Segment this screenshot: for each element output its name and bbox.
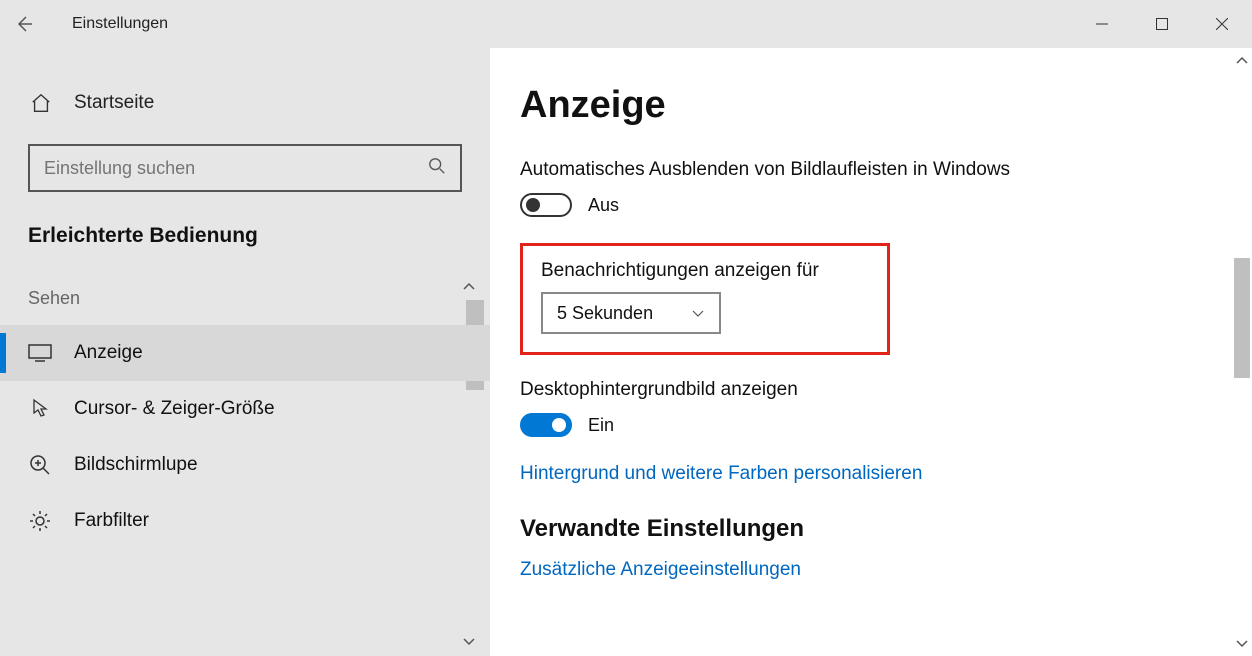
colorfilter-icon <box>28 509 56 533</box>
scroll-down-icon[interactable] <box>462 634 476 650</box>
window-title: Einstellungen <box>72 15 168 33</box>
close-button[interactable] <box>1192 0 1252 48</box>
nav-item-cursor[interactable]: Cursor- & Zeiger-Größe <box>0 381 490 437</box>
search-icon <box>428 157 446 180</box>
minimize-icon <box>1096 18 1108 30</box>
scrollbar-thumb[interactable] <box>1234 258 1250 378</box>
home-label: Startseite <box>74 92 154 114</box>
nav-item-label: Farbfilter <box>74 510 149 532</box>
window-controls <box>1072 0 1252 48</box>
autohide-scrollbars-label: Automatisches Ausblenden von Bildlauflei… <box>520 159 1212 181</box>
nav-item-magnifier[interactable]: Bildschirmlupe <box>0 437 490 493</box>
close-icon <box>1216 18 1228 30</box>
main-content: Anzeige Automatisches Ausblenden von Bil… <box>490 48 1252 656</box>
related-settings-heading: Verwandte Einstellungen <box>520 515 1212 543</box>
desktop-background-label: Desktophintergrundbild anzeigen <box>520 379 1212 401</box>
personalize-colors-link[interactable]: Hintergrund und weitere Farben personali… <box>520 463 1212 485</box>
minimize-button[interactable] <box>1072 0 1132 48</box>
scroll-up-icon[interactable] <box>1235 52 1249 68</box>
dropdown-value: 5 Sekunden <box>557 303 653 324</box>
nav-item-label: Anzeige <box>74 342 143 364</box>
maximize-icon <box>1156 18 1168 30</box>
arrow-left-icon <box>14 14 34 34</box>
home-link[interactable]: Startseite <box>0 80 490 126</box>
autohide-scrollbars-state: Aus <box>588 195 619 216</box>
search-input-container[interactable] <box>28 144 462 192</box>
maximize-button[interactable] <box>1132 0 1192 48</box>
nav-item-label: Bildschirmlupe <box>74 454 198 476</box>
scroll-down-icon[interactable] <box>1235 636 1249 652</box>
home-icon <box>30 92 56 114</box>
magnifier-icon <box>28 453 56 477</box>
nav-item-anzeige[interactable]: Anzeige <box>0 325 490 381</box>
notification-duration-highlight: Benachrichtigungen anzeigen für 5 Sekund… <box>520 243 890 355</box>
category-label: Sehen <box>0 266 490 325</box>
sidebar: Startseite Erleichterte Bedienung Sehen … <box>0 48 490 656</box>
titlebar: Einstellungen <box>0 0 1252 48</box>
display-icon <box>28 343 56 363</box>
page-heading: Anzeige <box>520 84 1212 127</box>
scroll-up-icon[interactable] <box>462 278 476 294</box>
main-scrollbar[interactable] <box>1232 48 1252 656</box>
additional-display-settings-link[interactable]: Zusätzliche Anzeigeeinstellungen <box>520 559 801 580</box>
back-button[interactable] <box>0 0 48 48</box>
autohide-scrollbars-toggle[interactable] <box>520 193 572 217</box>
nav-item-colorfilter[interactable]: Farbfilter <box>0 493 490 549</box>
desktop-background-state: Ein <box>588 415 614 436</box>
cursor-icon <box>28 397 56 421</box>
nav-item-label: Cursor- & Zeiger-Größe <box>74 398 275 420</box>
section-title: Erleichterte Bedienung <box>0 216 490 266</box>
desktop-background-toggle[interactable] <box>520 413 572 437</box>
notification-duration-dropdown[interactable]: 5 Sekunden <box>541 292 721 334</box>
chevron-down-icon <box>691 303 705 324</box>
search-input[interactable] <box>44 158 428 179</box>
notification-duration-label: Benachrichtigungen anzeigen für <box>541 260 869 282</box>
